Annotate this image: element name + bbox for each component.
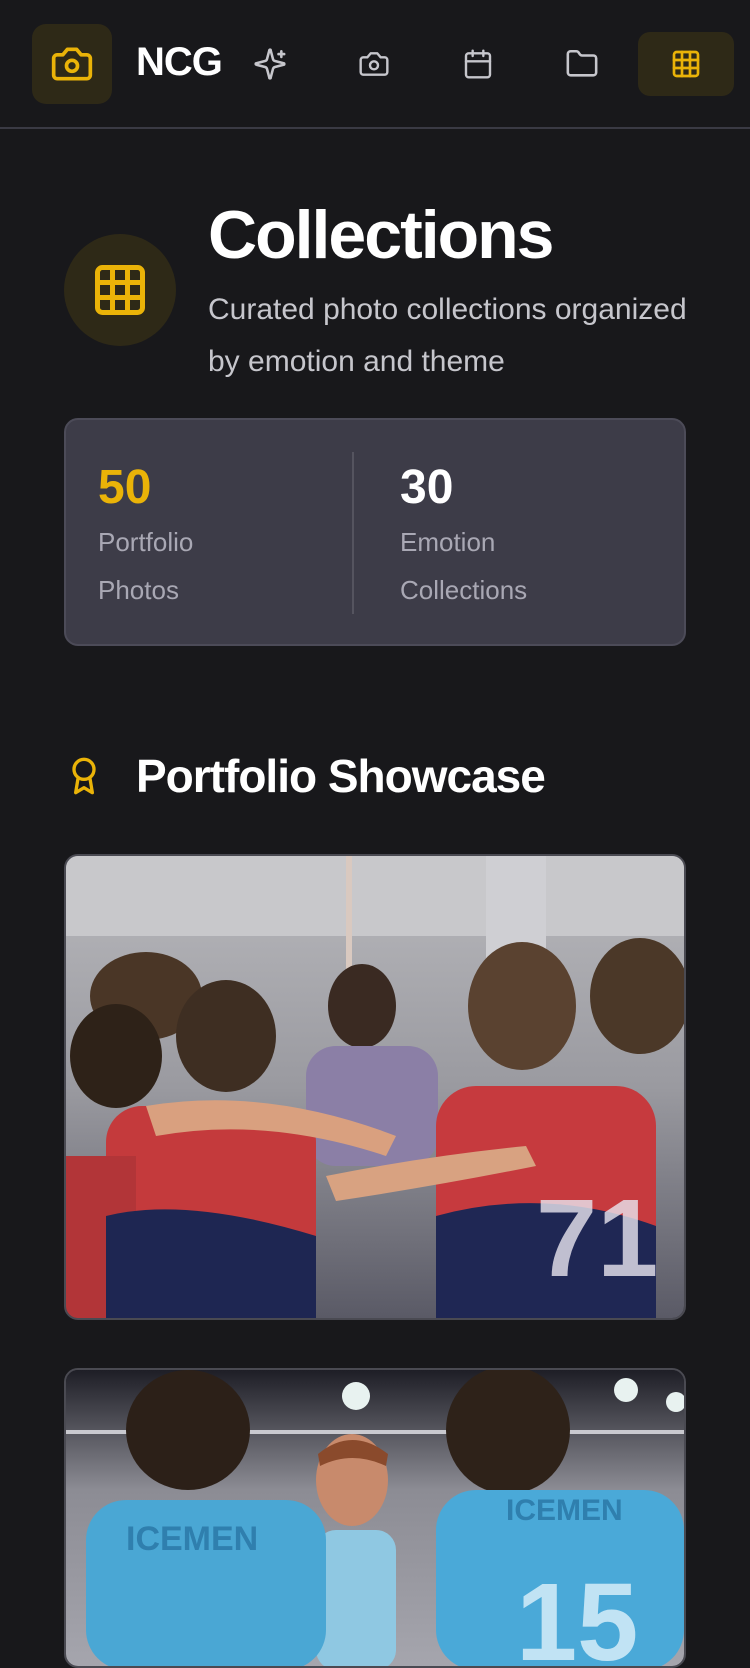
nav-collections-button[interactable] bbox=[638, 32, 734, 96]
stat-value: 30 bbox=[400, 461, 454, 514]
nav-calendar-button[interactable] bbox=[446, 32, 510, 96]
stat-label: Emotion Collections bbox=[400, 527, 528, 605]
camera-icon bbox=[359, 52, 389, 76]
svg-text:ICEMEN: ICEMEN bbox=[126, 1520, 258, 1558]
nav-folder-button[interactable] bbox=[550, 32, 614, 96]
stat-emotion-collections: 30 Emotion Collections bbox=[400, 460, 640, 614]
stat-label: Portfolio Photos bbox=[98, 527, 194, 605]
volleyball-huddle-photo: 71 bbox=[66, 856, 684, 1318]
stat-value: 50 bbox=[98, 461, 152, 514]
portfolio-photo-card[interactable]: ICEMEN ICEMEN 15 bbox=[64, 1368, 686, 1668]
svg-text:71: 71 bbox=[536, 1177, 658, 1300]
svg-text:15: 15 bbox=[516, 1561, 638, 1668]
section-title: Portfolio Showcase bbox=[136, 750, 546, 802]
portfolio-photo-card[interactable]: 71 bbox=[64, 854, 686, 1320]
stats-card: 50 Portfolio Photos 30 Emotion Collectio… bbox=[64, 418, 686, 646]
award-icon bbox=[72, 757, 96, 795]
logo-camera-button[interactable] bbox=[32, 24, 112, 104]
stat-portfolio-photos: 50 Portfolio Photos bbox=[98, 460, 338, 614]
nav-camera-button[interactable] bbox=[342, 32, 406, 96]
calendar-icon bbox=[464, 49, 492, 79]
brand-name[interactable]: NCG bbox=[136, 40, 223, 85]
sparkles-icon bbox=[254, 48, 286, 80]
section-heading: Portfolio Showcase bbox=[64, 744, 546, 808]
stats-divider bbox=[352, 452, 354, 614]
camera-icon bbox=[51, 47, 93, 81]
top-nav: NCG bbox=[0, 0, 750, 129]
grid-icon bbox=[672, 50, 700, 78]
volleyball-team-photo: ICEMEN ICEMEN 15 bbox=[66, 1370, 684, 1668]
page-subtitle: Curated photo collections organized by e… bbox=[208, 293, 687, 378]
grid-icon bbox=[95, 265, 145, 315]
collections-badge bbox=[64, 234, 176, 346]
nav-sparkles-button[interactable] bbox=[238, 32, 302, 96]
folder-icon bbox=[566, 49, 598, 77]
svg-text:ICEMEN: ICEMEN bbox=[506, 1494, 623, 1527]
page-title: Collections bbox=[208, 197, 554, 273]
